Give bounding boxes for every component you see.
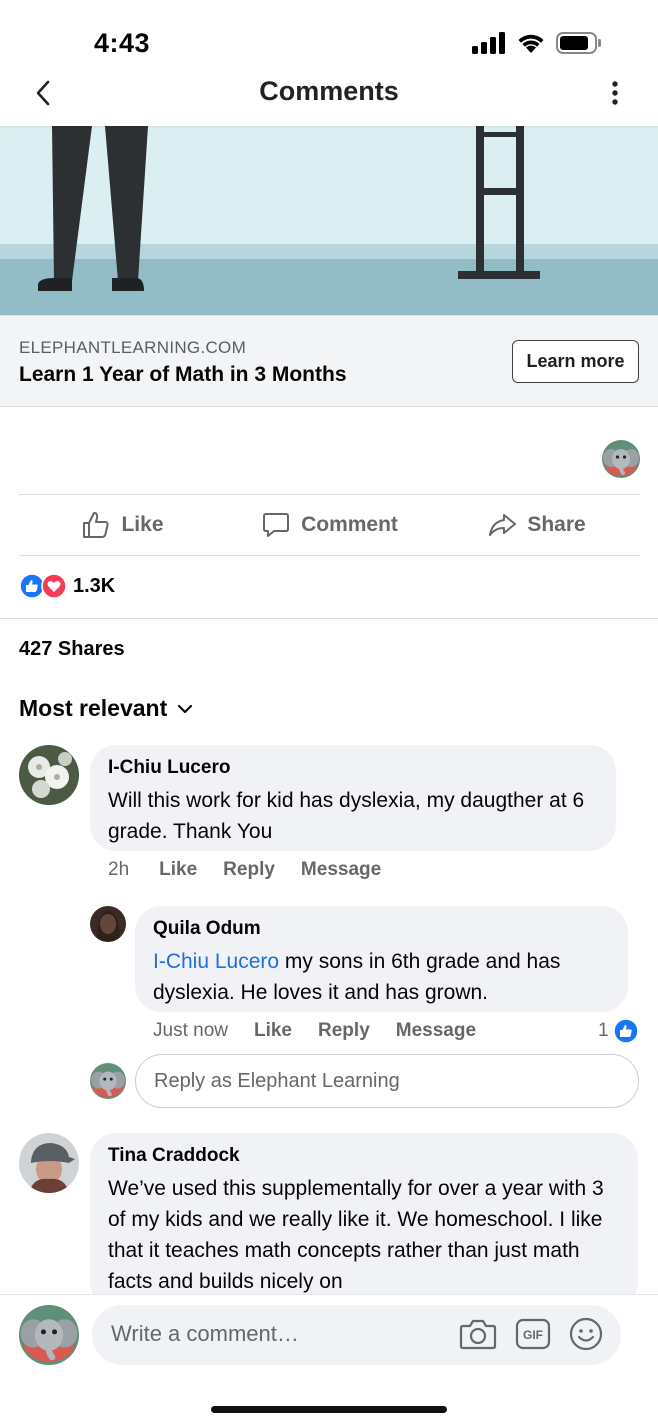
comment-button[interactable]: Comment [226,496,433,554]
page-title: Comments [259,76,399,106]
reply-like-number: 1 [598,1020,609,1041]
nav-bar: Comments [0,64,658,126]
write-comment-placeholder: Write a comment… [111,1321,299,1346]
ad-image[interactable] [0,126,658,316]
share-label: Share [527,513,586,536]
sort-dropdown[interactable]: Most relevant [19,695,193,722]
svg-text:GIF: GIF [523,1328,543,1342]
elephant-avatar-icon [19,1305,79,1365]
commenter-avatar[interactable] [19,745,79,805]
divider [19,555,640,556]
link-domain: ELEPHANTLEARNING.COM [19,338,247,357]
like-label: Like [121,513,164,536]
page-avatar[interactable] [602,440,640,478]
wifi-icon [518,34,544,53]
comment-icon [263,513,290,537]
person-cap-avatar-icon [19,1133,79,1193]
page-avatar[interactable] [19,1305,79,1365]
signal-icon [472,32,505,54]
home-indicator [211,1406,447,1413]
sort-label: Most relevant [19,695,168,721]
reply-text: I-Chiu Lucero my sons in 6th grade and h… [153,946,610,1008]
page-avatar[interactable] [90,1063,126,1099]
link-preview-card[interactable]: ELEPHANTLEARNING.COM Learn 1 Year of Mat… [0,315,658,407]
status-icons [472,32,602,54]
write-comment-input[interactable]: Write a comment… GIF [92,1305,621,1365]
shares-count[interactable]: 427 Shares [19,638,125,661]
like-reaction-icon [612,1018,639,1044]
status-bar: 4:43 [0,0,658,64]
comment-label: Comment [301,513,398,536]
reply-meta: Just now Like Reply Message [153,1020,502,1042]
share-arrow-icon [489,514,517,536]
more-options-icon[interactable] [608,80,622,106]
like-button[interactable]: Like [19,496,226,554]
comment-text: We’ve used this supplementally for over … [108,1177,604,1293]
comment-message-button[interactable]: Message [301,859,381,881]
comment-like-button[interactable]: Like [159,859,197,881]
reply-author[interactable]: Quila Odum [153,918,610,940]
composer-icons: GIF [459,1317,603,1351]
learn-more-button[interactable]: Learn more [512,340,639,383]
divider [0,618,658,619]
reply-bubble[interactable]: Quila Odum I-Chiu Lucero my sons in 6th … [135,906,628,1012]
elephant-avatar-icon [602,440,640,478]
comment-author[interactable]: I-Chiu Lucero [108,757,598,779]
comment-author[interactable]: Tina Craddock [108,1145,620,1167]
chevron-down-icon [178,704,193,713]
person-avatar-icon [90,906,126,942]
reply-like-button[interactable]: Like [254,1020,292,1042]
commenter-avatar[interactable] [19,1133,79,1193]
comment-time: 2h [108,859,130,880]
reactions-summary[interactable]: 1.3K [19,573,115,599]
reply-reply-button[interactable]: Reply [318,1020,370,1042]
emoji-icon[interactable] [569,1317,603,1351]
reply-avatar[interactable] [90,906,126,942]
post-actions: Like Comment Share [19,496,640,554]
gif-icon[interactable]: GIF [515,1318,551,1350]
battery-icon [556,32,601,54]
reply-input[interactable]: Reply as Elephant Learning [135,1054,639,1108]
reply-time: Just now [153,1020,228,1041]
reaction-count: 1.3K [73,574,116,597]
mention-link[interactable]: I-Chiu Lucero [153,950,279,973]
thumbs-up-icon [83,512,110,538]
comment-bubble[interactable]: Tina Craddock We’ve used this supplement… [90,1133,638,1308]
link-headline: Learn 1 Year of Math in 3 Months [19,363,347,386]
flowers-avatar-icon [19,745,79,805]
elephant-avatar-icon [90,1063,126,1099]
comment-text: Will this work for kid has dyslexia, my … [108,789,585,843]
divider [19,494,640,495]
camera-icon[interactable] [459,1317,497,1351]
comment-meta: 2h Like Reply Message [108,859,407,881]
reply-message-button[interactable]: Message [396,1020,476,1042]
status-time: 4:43 [94,28,151,58]
reply-like-count[interactable]: 1 [598,1018,639,1044]
love-reaction-icon [41,573,67,599]
comment-composer-bar: Write a comment… GIF [0,1294,658,1426]
comment-bubble[interactable]: I-Chiu Lucero Will this work for kid has… [90,745,616,851]
comment-reply-button[interactable]: Reply [223,859,275,881]
share-button[interactable]: Share [433,496,640,554]
